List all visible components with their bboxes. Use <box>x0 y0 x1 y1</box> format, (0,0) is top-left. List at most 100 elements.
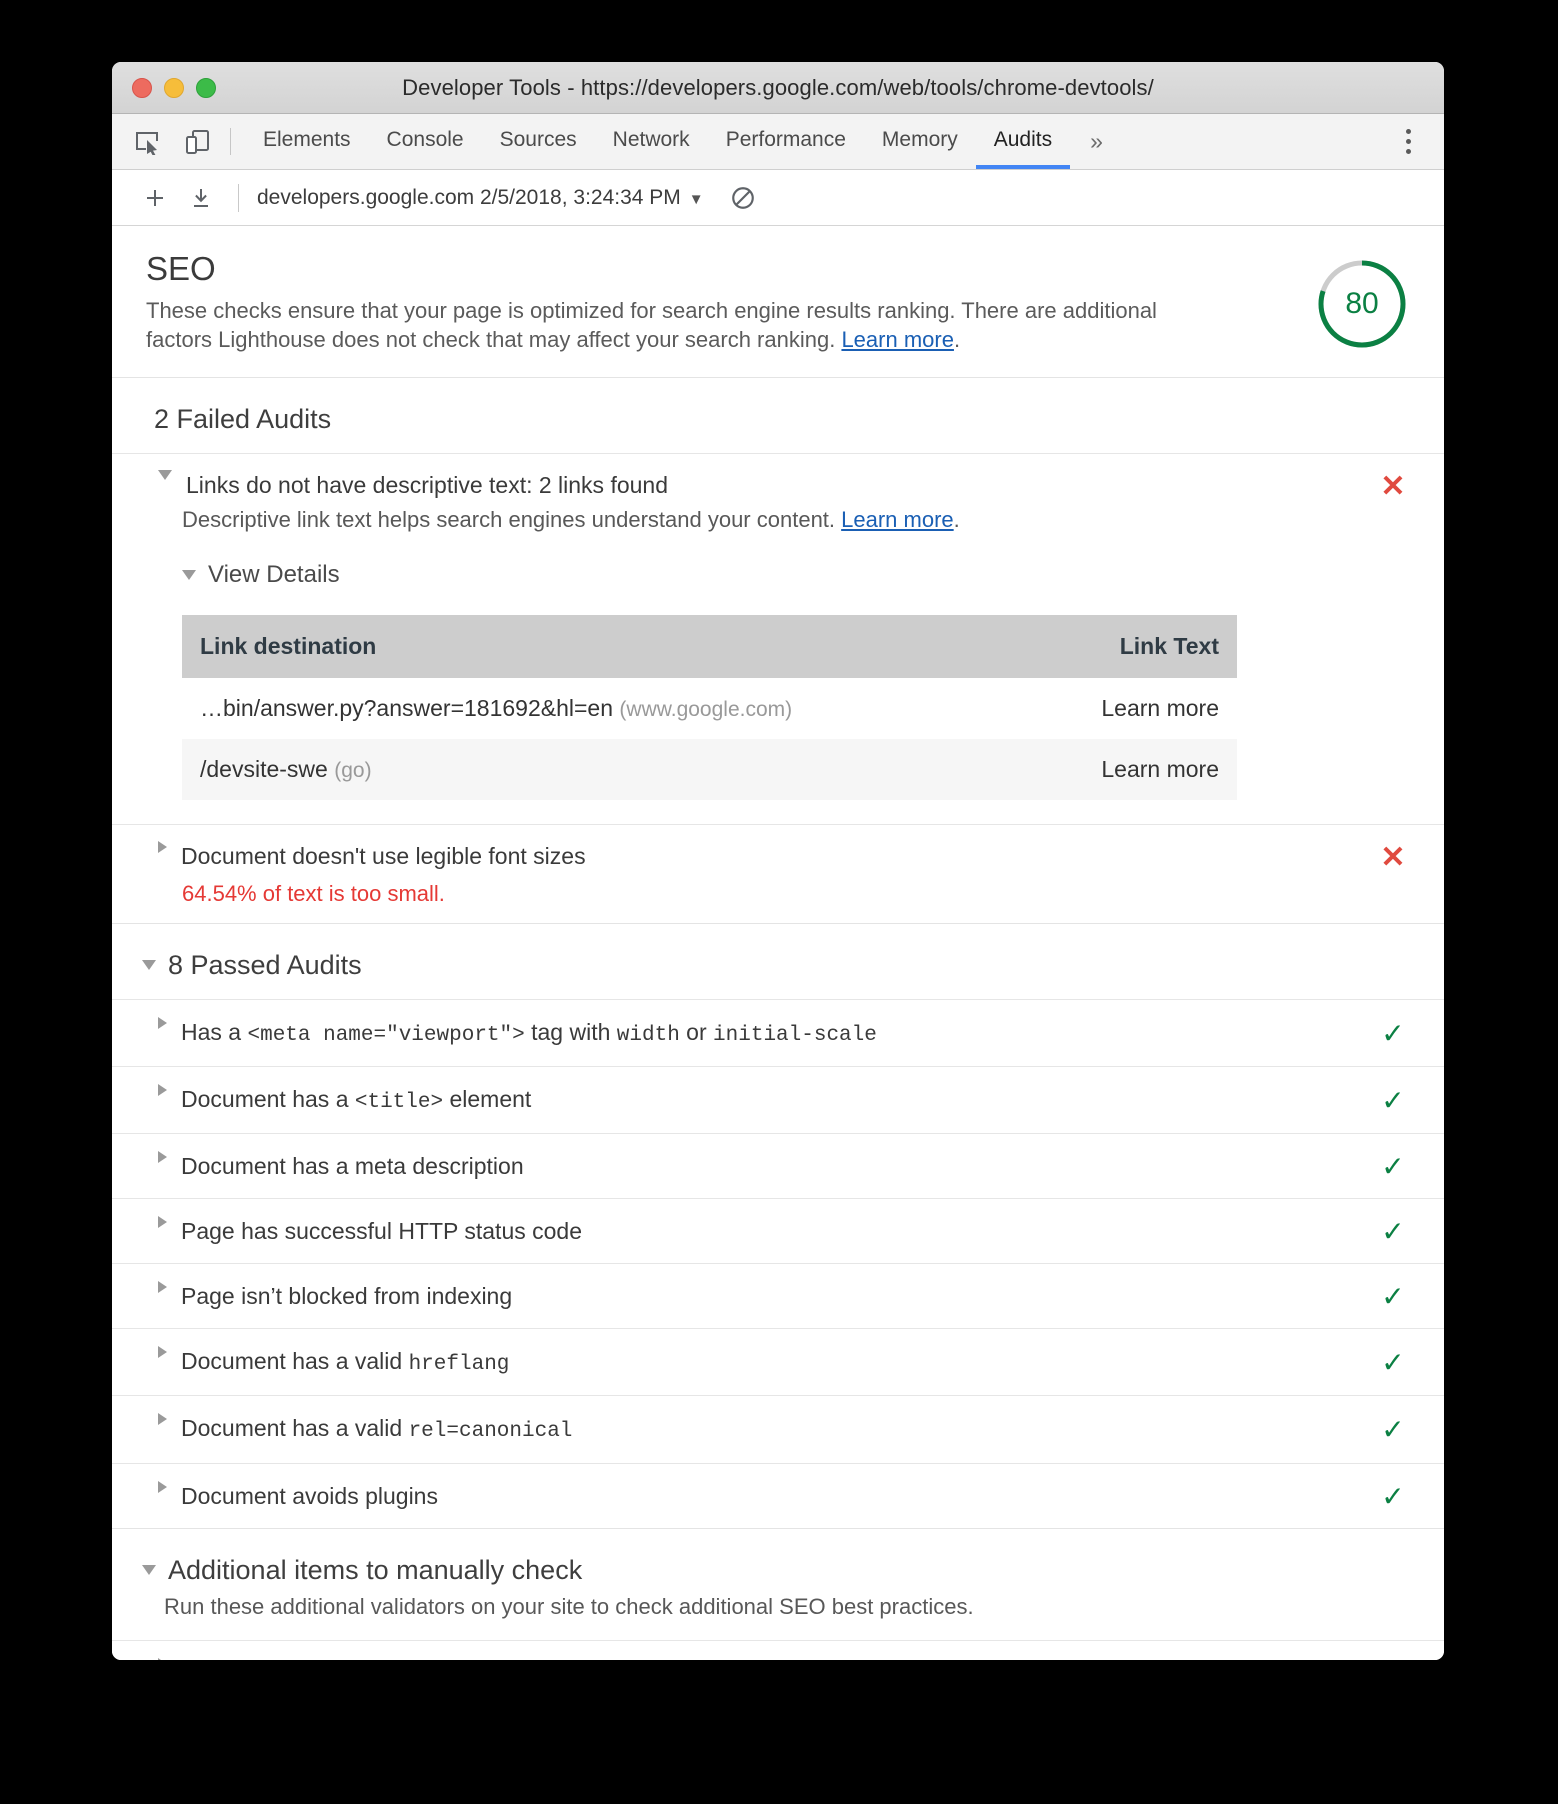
audit-title: Document has a <title> element <box>181 1085 532 1114</box>
chevron-collapsed-icon[interactable] <box>158 1016 167 1029</box>
devtools-window: Developer Tools - https://developers.goo… <box>112 62 1444 1660</box>
tab-network[interactable]: Network <box>595 114 708 169</box>
audit-description-text: Descriptive link text helps search engin… <box>182 507 842 533</box>
audit-title-line[interactable]: Document has a <title> element <box>158 1083 1376 1116</box>
audit-status: ✓ <box>1376 1085 1410 1115</box>
table-header-row: Link destination Link Text <box>182 614 1237 678</box>
audit-details: View Details Link destination Link Text … <box>182 561 1356 800</box>
audit-run-selector[interactable]: developers.google.com 2/5/2018, 3:24:34 … <box>257 186 704 210</box>
chevron-expanded-icon[interactable] <box>182 569 196 580</box>
chevron-collapsed-icon[interactable] <box>158 1346 167 1359</box>
view-details-label: View Details <box>208 560 340 588</box>
audit-description: Descriptive link text helps search engin… <box>182 506 1356 535</box>
link-details-table: Link destination Link Text …bin/answer.p… <box>182 614 1237 800</box>
audit-status: ✕ <box>1376 470 1410 502</box>
audit-content: Links do not have descriptive text: 2 li… <box>158 469 1376 808</box>
chevron-collapsed-icon[interactable] <box>158 1083 167 1096</box>
seo-learn-more-link[interactable]: Learn more <box>841 327 954 352</box>
more-tabs-icon[interactable]: » <box>1070 114 1123 169</box>
devtools-tab-bar: Elements Console Sources Network Perform… <box>112 114 1444 170</box>
passed-audit-row: Page isn’t blocked from indexing ✓ <box>112 1263 1444 1328</box>
link-destination-value: /devsite-swe <box>200 755 328 782</box>
code-snippet: initial-scale <box>713 1023 877 1047</box>
pass-check-icon: ✓ <box>1381 1017 1405 1049</box>
audit-title-line[interactable]: Has a <meta name="viewport"> tag with wi… <box>158 1016 1376 1049</box>
seo-description-text: These checks ensure that your page is op… <box>146 298 1157 353</box>
table-row: /devsite-swe (go) Learn more <box>182 738 1237 800</box>
tab-performance[interactable]: Performance <box>708 114 864 169</box>
new-audit-icon[interactable] <box>132 178 178 218</box>
tab-elements[interactable]: Elements <box>245 114 369 169</box>
audit-status: ✓ <box>1376 1151 1410 1181</box>
pass-check-icon: ✓ <box>1381 1216 1405 1248</box>
audit-learn-more-link[interactable]: Learn more <box>841 507 954 532</box>
chevron-collapsed-icon[interactable] <box>158 1281 167 1294</box>
chevron-expanded-icon[interactable] <box>142 960 156 971</box>
passed-audits-heading[interactable]: 8 Passed Audits <box>112 922 1444 999</box>
seo-category-text: SEO These checks ensure that your page i… <box>146 250 1314 355</box>
audit-status: ✓ <box>1376 1281 1410 1311</box>
tab-label: Console <box>386 127 464 151</box>
seo-category-header: SEO These checks ensure that your page i… <box>112 226 1444 378</box>
view-details-toggle[interactable]: View Details <box>182 561 1356 589</box>
window-title: Developer Tools - https://developers.goo… <box>402 74 1154 100</box>
seo-score-value: 80 <box>1345 287 1379 320</box>
passed-audit-row: Document has a valid rel=canonical ✓ <box>112 1395 1444 1462</box>
table-header: Link destination Link Text <box>182 614 1237 678</box>
close-window-button[interactable] <box>132 77 152 98</box>
table-body: …bin/answer.py?answer=181692&hl=en (www.… <box>182 678 1237 800</box>
seo-report: SEO These checks ensure that your page i… <box>112 226 1444 1660</box>
tab-memory[interactable]: Memory <box>864 114 976 169</box>
audit-content: Document doesn't use legible font sizes … <box>158 840 1376 907</box>
audit-title-line[interactable]: Document avoids plugins <box>158 1480 1376 1511</box>
audit-title-line[interactable]: Page has successful HTTP status code <box>158 1216 1376 1246</box>
passed-audit-row: Document avoids plugins ✓ <box>112 1462 1444 1528</box>
chevron-collapsed-icon[interactable] <box>158 1657 167 1660</box>
chevron-collapsed-icon[interactable] <box>158 1480 167 1493</box>
tab-label: Sources <box>499 127 577 151</box>
audit-title: Page isn’t blocked from indexing <box>181 1283 513 1310</box>
column-header-link-text: Link Text <box>1029 614 1237 678</box>
tab-audits[interactable]: Audits <box>975 114 1071 169</box>
chevron-expanded-icon[interactable] <box>142 1565 156 1576</box>
tab-sources[interactable]: Sources <box>482 114 595 169</box>
maximize-window-button[interactable] <box>196 77 216 98</box>
audit-title-line[interactable]: Document has a meta description <box>158 1151 1376 1181</box>
audit-title-line[interactable]: Page is mobile friendly <box>158 1657 1410 1660</box>
device-toolbar-icon[interactable] <box>180 125 214 159</box>
chevron-collapsed-icon[interactable] <box>158 840 167 853</box>
pass-check-icon: ✓ <box>1381 1480 1405 1512</box>
manual-items-heading[interactable]: Additional items to manually check <box>112 1527 1444 1590</box>
chevron-collapsed-icon[interactable] <box>158 1151 167 1164</box>
tab-label: Network <box>612 127 690 151</box>
audit-title-line[interactable]: Document has a valid hreflang <box>158 1346 1376 1378</box>
tab-console[interactable]: Console <box>369 114 482 169</box>
more-options-icon[interactable] <box>1386 114 1430 169</box>
download-report-icon[interactable] <box>178 178 224 218</box>
clear-audits-icon[interactable] <box>730 185 756 211</box>
chevron-down-icon: ▼ <box>688 190 704 208</box>
toolbar-divider <box>230 128 231 155</box>
tab-bar-right-group <box>1385 114 1444 169</box>
pass-check-icon: ✓ <box>1381 1084 1405 1116</box>
minimize-window-button[interactable] <box>164 77 184 98</box>
link-host-value: (go) <box>334 758 372 782</box>
chevron-collapsed-icon[interactable] <box>158 1413 167 1426</box>
passed-audit-row: Document has a <title> element ✓ <box>112 1065 1444 1133</box>
inspect-element-icon[interactable] <box>130 125 164 159</box>
passed-audit-row: Document has a valid hreflang ✓ <box>112 1328 1444 1395</box>
chevron-expanded-icon[interactable] <box>158 469 172 480</box>
seo-description-period: . <box>953 327 961 353</box>
failed-audits-heading: 2 Failed Audits <box>154 403 332 434</box>
fail-x-icon: ✕ <box>1380 840 1406 874</box>
code-snippet: rel=canonical <box>408 1420 573 1444</box>
window-controls <box>112 77 216 98</box>
manual-items-label: Additional items to manually check <box>168 1554 583 1585</box>
audit-title: Links do not have descriptive text: 2 li… <box>186 471 669 498</box>
chevron-collapsed-icon[interactable] <box>158 1216 167 1229</box>
audit-title-line[interactable]: Document has a valid rel=canonical <box>158 1413 1376 1445</box>
audit-title-line[interactable]: Page isn’t blocked from indexing <box>158 1281 1376 1311</box>
audit-title-line[interactable]: Document doesn't use legible font sizes <box>158 840 1356 871</box>
audit-title-line[interactable]: Links do not have descriptive text: 2 li… <box>158 469 1356 500</box>
audit-status: ✓ <box>1376 1481 1410 1511</box>
